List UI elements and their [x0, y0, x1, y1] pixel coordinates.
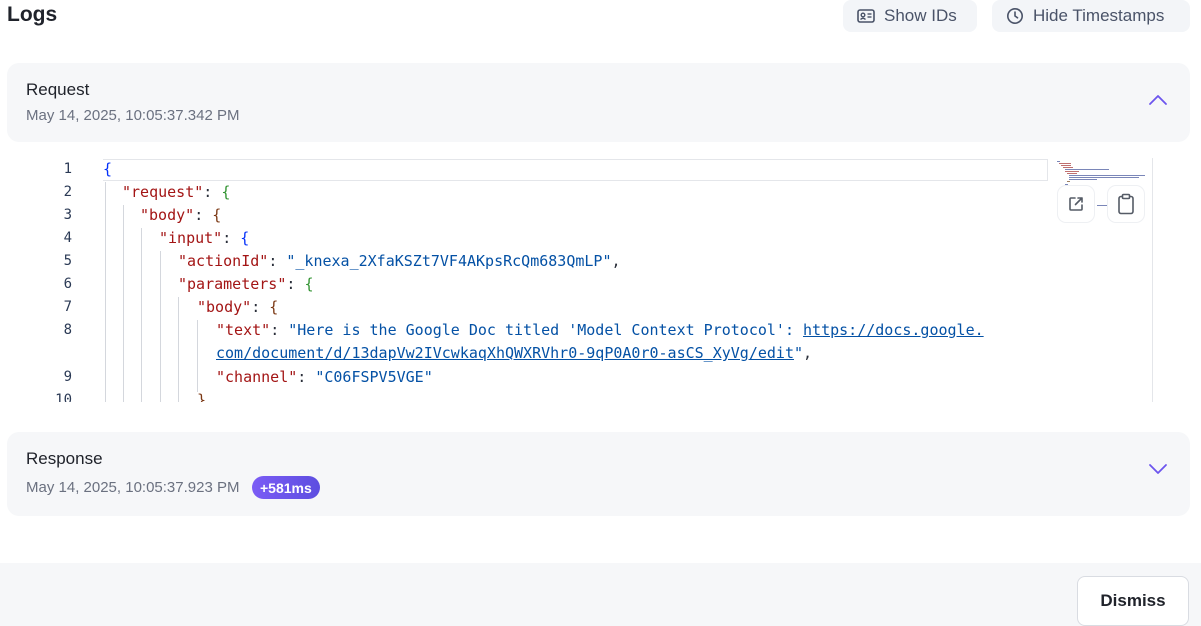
line-number: 3 [63, 207, 72, 223]
line-number: 8 [63, 322, 72, 338]
indent-guide [141, 228, 142, 402]
line-number: 4 [63, 230, 72, 246]
line-number: 5 [63, 253, 72, 269]
chevron-down-icon[interactable] [1148, 462, 1168, 476]
show-ids-label: Show IDs [884, 6, 957, 25]
external-link-icon [1069, 197, 1083, 211]
request-title: Request [26, 80, 90, 99]
show-ids-button[interactable]: Show IDs [843, 0, 977, 32]
line-number: 10 [55, 392, 72, 402]
line-number: 1 [63, 161, 72, 177]
code-line: "channel": "C06FSPV5VGE" [216, 368, 433, 386]
hide-timestamps-button[interactable]: Hide Timestamps [992, 0, 1190, 32]
line-number: 2 [63, 184, 72, 200]
copy-button[interactable] [1108, 186, 1144, 222]
indent-guide [160, 251, 161, 402]
code-line: "text": "Here is the Google Doc titled '… [216, 321, 984, 339]
dismiss-button[interactable]: Dismiss [1077, 576, 1189, 626]
indent-guide [105, 182, 106, 402]
id-card-icon [857, 9, 875, 23]
request-timestamp: May 14, 2025, 10:05:37.342 PM [26, 107, 240, 124]
chevron-up-icon[interactable] [1148, 93, 1168, 107]
code-line: } [197, 391, 207, 402]
clipboard-icon [1118, 193, 1134, 215]
code-line: com/document/d/13dapVw2IVcwkaqXhQWXRVhr0… [216, 344, 813, 362]
open-external-button[interactable] [1058, 186, 1094, 222]
response-title: Response [26, 449, 103, 468]
hide-timestamps-label: Hide Timestamps [1033, 6, 1165, 25]
response-timestamp: May 14, 2025, 10:05:37.923 PM [26, 479, 240, 496]
latency-badge: +581ms [252, 476, 320, 499]
page-title: Logs [7, 3, 58, 26]
dialog-footer: Dismiss [0, 563, 1201, 626]
doc-link[interactable]: https://docs.google. [803, 321, 984, 339]
code-line: "body": { [140, 206, 222, 224]
code-line: "parameters": { [178, 275, 314, 293]
code-line: "body": { [197, 298, 279, 316]
line-number: 6 [63, 276, 72, 292]
code-line: "request": { [122, 183, 231, 201]
clock-icon [1007, 8, 1023, 24]
current-line-highlight [103, 159, 1048, 181]
response-panel-header[interactable]: Response May 14, 2025, 10:05:37.923 PM +… [7, 432, 1190, 516]
request-panel-header[interactable]: Request May 14, 2025, 10:05:37.342 PM [7, 63, 1190, 142]
doc-link[interactable]: com/document/d/13dapVw2IVcwkaqXhQWXRVhr0… [216, 344, 794, 362]
code-editor[interactable]: { "request": { "body": { "input": { "act… [103, 158, 1053, 402]
logs-header: Logs Show IDs Hide Timestamps [0, 0, 1201, 34]
code-line: "actionId": "_knexa_2XfaKSZt7VF4AKpsRcQm… [178, 252, 621, 270]
line-number: 9 [63, 369, 72, 385]
request-code-viewer[interactable]: 1 2 3 4 5 6 7 8 9 10 { "request": { "bod… [0, 158, 1160, 402]
indent-guide [178, 297, 179, 402]
line-number: 7 [63, 299, 72, 315]
indent-guide [197, 320, 198, 392]
code-line: "input": { [159, 229, 250, 247]
code-line: { [103, 160, 113, 178]
indent-guide [123, 205, 124, 402]
